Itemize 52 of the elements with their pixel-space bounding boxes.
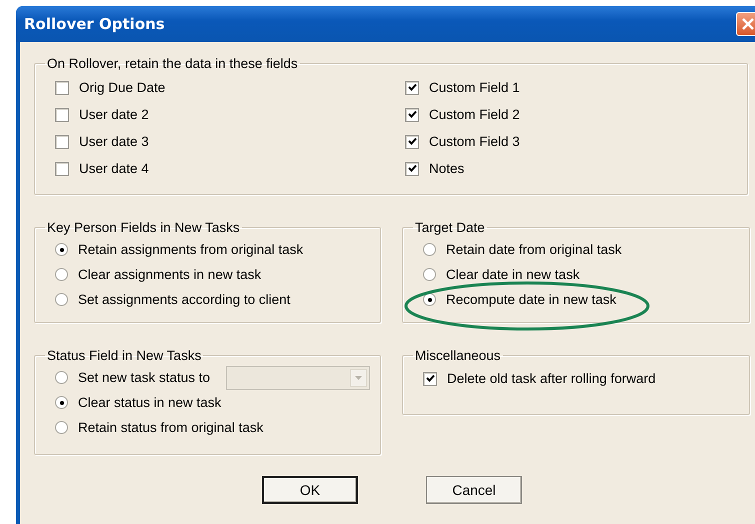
checkmark-icon — [408, 83, 416, 92]
checkbox[interactable] — [55, 80, 69, 94]
radio-button[interactable] — [55, 268, 68, 281]
radio-label[interactable]: Clear date in new task — [446, 267, 580, 282]
radio-label[interactable]: Retain status from original task — [78, 420, 264, 435]
checkbox-label[interactable]: Custom Field 3 — [429, 134, 520, 149]
checkbox[interactable] — [405, 162, 419, 176]
radio-label[interactable]: Retain assignments from original task — [78, 242, 304, 257]
radio-button[interactable] — [423, 293, 436, 306]
checkbox[interactable] — [405, 134, 419, 148]
checkbox-label[interactable]: Notes — [429, 161, 464, 176]
checkbox-label[interactable]: User date 2 — [79, 107, 149, 122]
radio-button[interactable] — [55, 396, 68, 409]
radio-button[interactable] — [55, 421, 68, 434]
radio-button[interactable] — [55, 293, 68, 306]
checkbox[interactable] — [405, 108, 419, 122]
group-title: On Rollover, retain the data in these fields — [46, 56, 299, 71]
checkmark-icon — [408, 137, 416, 146]
group-title: Miscellaneous — [414, 348, 502, 363]
checkbox[interactable] — [423, 372, 437, 386]
status-dropdown[interactable] — [226, 366, 370, 390]
checkbox-label[interactable]: Custom Field 1 — [429, 80, 520, 95]
close-button[interactable] — [736, 12, 755, 36]
close-icon — [741, 17, 755, 31]
checkbox-label[interactable]: Custom Field 2 — [429, 107, 520, 122]
dialog-button[interactable]: OK — [262, 476, 358, 504]
radio-label[interactable]: Retain date from original task — [446, 242, 622, 257]
radio-button[interactable] — [423, 243, 436, 256]
checkbox[interactable] — [55, 162, 69, 176]
checkbox[interactable] — [55, 134, 69, 148]
group-title: Key Person Fields in New Tasks — [46, 220, 241, 235]
radio-label[interactable]: Set assignments according to client — [78, 292, 290, 307]
checkbox[interactable] — [405, 80, 419, 94]
checkbox-label[interactable]: Orig Due Date — [79, 80, 166, 95]
group-title: Status Field in New Tasks — [46, 348, 202, 363]
checkbox-label[interactable]: User date 4 — [79, 161, 149, 176]
radio-label[interactable]: Clear assignments in new task — [78, 267, 262, 282]
checkbox-label[interactable]: User date 3 — [79, 134, 149, 149]
checkbox-label[interactable]: Delete old task after rolling forward — [447, 371, 656, 386]
checkmark-icon — [426, 374, 434, 383]
group-title: Target Date — [414, 220, 486, 235]
radio-label[interactable]: Clear status in new task — [78, 395, 222, 410]
radio-label[interactable]: Recompute date in new task — [446, 292, 616, 307]
radio-button[interactable] — [55, 243, 68, 256]
checkbox[interactable] — [55, 108, 69, 122]
checkmark-icon — [408, 164, 416, 173]
window-title: Rollover Options — [24, 15, 165, 33]
radio-button[interactable] — [55, 371, 68, 384]
dialog-button[interactable]: Cancel — [426, 476, 522, 504]
radio-label[interactable]: Set new task status to — [78, 370, 210, 385]
checkmark-icon — [408, 110, 416, 119]
radio-button[interactable] — [423, 268, 436, 281]
